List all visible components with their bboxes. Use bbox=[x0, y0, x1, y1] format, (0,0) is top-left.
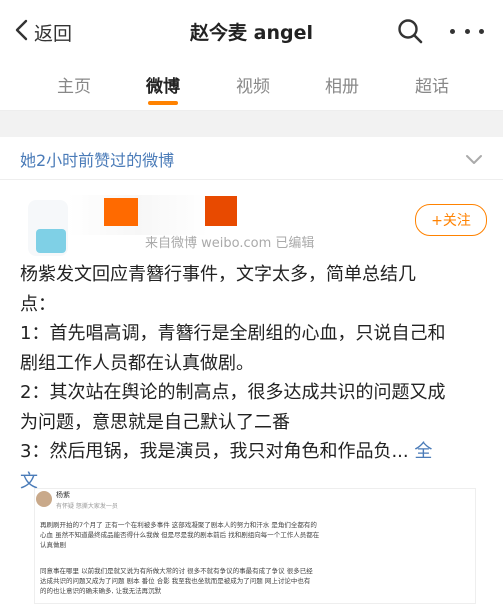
profile-tabs: 主页 微博 视频 相册 超话 bbox=[0, 64, 503, 111]
post-source: 来自微博 weibo.com 已编辑 bbox=[145, 236, 315, 251]
post-line: 剧组工作人员都在认真做剧。 bbox=[20, 352, 254, 374]
post-line: 点： bbox=[20, 293, 56, 315]
tab-supertopic[interactable]: 超话 bbox=[402, 72, 462, 97]
post-line-last: 3：然后甩锅，我是演员，我只对角色和作品负... 全 bbox=[20, 437, 486, 467]
liked-section-header[interactable]: 她2小时前赞过的微博 bbox=[0, 137, 503, 180]
embedded-line: 同意事在哪里 以前我们是就又说为有所做大常的讨 很多不就有争议的事最有成了争议 … bbox=[40, 567, 313, 575]
post-line: 3：然后甩锅，我是演员，我只对角色和作品负... bbox=[20, 441, 409, 462]
embedded-subtitle: 有怀疑 怒撕大家发一员 bbox=[56, 503, 118, 510]
tab-home[interactable]: 主页 bbox=[44, 72, 104, 97]
full-text-link[interactable]: 全 bbox=[414, 441, 432, 462]
red-block-image bbox=[205, 196, 237, 226]
embedded-line: 的的也让意识的确未确多, 让我无法再沉默 bbox=[40, 587, 162, 595]
post-line: 杨紫发文回应青簪行事件，文字太多，简单总结几 bbox=[20, 264, 416, 285]
avatar-image bbox=[36, 229, 66, 253]
section-gap bbox=[0, 111, 503, 137]
embedded-line: 达成共识的问题又成为了问题 剧本 番位 合影 我至我也坐就而是被成为了问题 网上… bbox=[40, 577, 311, 585]
nav-bar: 返回 赵今麦 angel bbox=[0, 0, 503, 64]
embedded-line: 认真做剧 bbox=[40, 541, 66, 549]
embedded-name: 杨紫 bbox=[56, 491, 70, 499]
post-line: 2：其次站在舆论的制高点，很多达成共识的问题又成 bbox=[20, 382, 446, 403]
blurred-username bbox=[68, 195, 208, 235]
embedded-line: 心血 虽然不知道最终成品能否得什么我做 但是尽是我的剧本前后 找和剧组向每一个工… bbox=[40, 531, 320, 539]
page-title: 赵今麦 angel bbox=[190, 22, 313, 44]
active-tab-indicator bbox=[148, 101, 178, 105]
liked-section-label: 她2小时前赞过的微博 bbox=[20, 151, 175, 170]
embedded-line: 再刷刷开拍的7个月了 正有一个在利被多事件 这部戏凝聚了剧本人的努力和汗水 是角… bbox=[40, 521, 317, 529]
tab-video[interactable]: 视频 bbox=[223, 72, 283, 97]
chevron-down-icon[interactable] bbox=[465, 151, 483, 164]
post-line: 为问题，意思就是自己默认了二番 bbox=[20, 411, 290, 433]
avatar bbox=[36, 491, 52, 507]
tab-weibo[interactable]: 微博 bbox=[133, 72, 193, 97]
orange-block-image bbox=[104, 198, 138, 226]
more-icon[interactable] bbox=[450, 20, 484, 42]
search-icon[interactable] bbox=[397, 18, 423, 44]
tab-album[interactable]: 相册 bbox=[312, 72, 372, 97]
post-text: 杨紫发文回应青簪行事件，文字太多，简单总结几 点： 1：首先唱高调，青簪行是全剧… bbox=[20, 260, 486, 496]
post-line: 1：首先唱高调，青簪行是全剧组的心血，只说自己和 bbox=[20, 323, 446, 344]
follow-button[interactable]: +关注 bbox=[415, 204, 487, 236]
